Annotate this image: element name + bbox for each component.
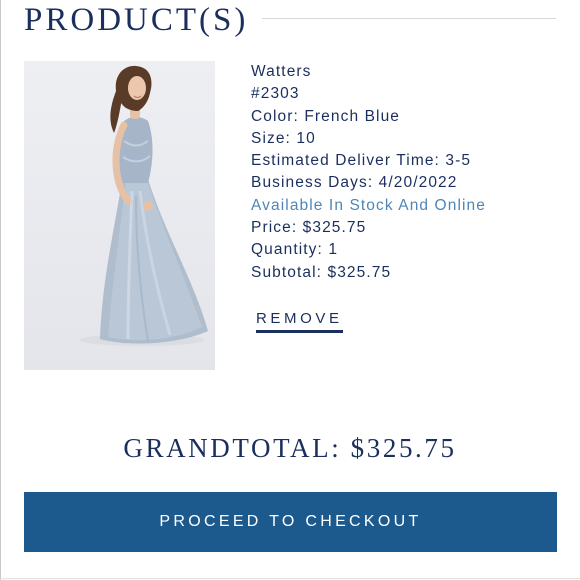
product-sku: #2303: [251, 85, 300, 103]
product-size: Size: 10: [251, 129, 316, 147]
frame-bottom-edge: [0, 578, 580, 579]
dress-illustration: [80, 65, 208, 346]
availability-status: Available In Stock And Online: [251, 196, 486, 214]
product-details: Watters #2303 Color: French Blue Size: 1…: [251, 61, 571, 284]
section-title: PRODUCT(S): [24, 2, 249, 38]
remove-button[interactable]: REMOVE: [256, 309, 343, 333]
delivery-estimate-line-1: Estimated Deliver Time: 3-5: [251, 152, 472, 170]
product-price: Price: $325.75: [251, 219, 367, 237]
proceed-to-checkout-button[interactable]: PROCEED TO CHECKOUT: [24, 492, 557, 552]
title-divider: [262, 18, 556, 19]
product-subtotal: Subtotal: $325.75: [251, 263, 392, 281]
grand-total: GRANDTOTAL: $325.75: [123, 433, 457, 463]
product-brand: Watters: [251, 63, 312, 80]
product-color: Color: French Blue: [251, 107, 401, 125]
product-image[interactable]: [24, 61, 215, 370]
frame-left-edge: [0, 0, 1, 580]
product-quantity: Quantity: 1: [251, 241, 339, 259]
delivery-estimate-line-2: Business Days: 4/20/2022: [251, 174, 458, 192]
